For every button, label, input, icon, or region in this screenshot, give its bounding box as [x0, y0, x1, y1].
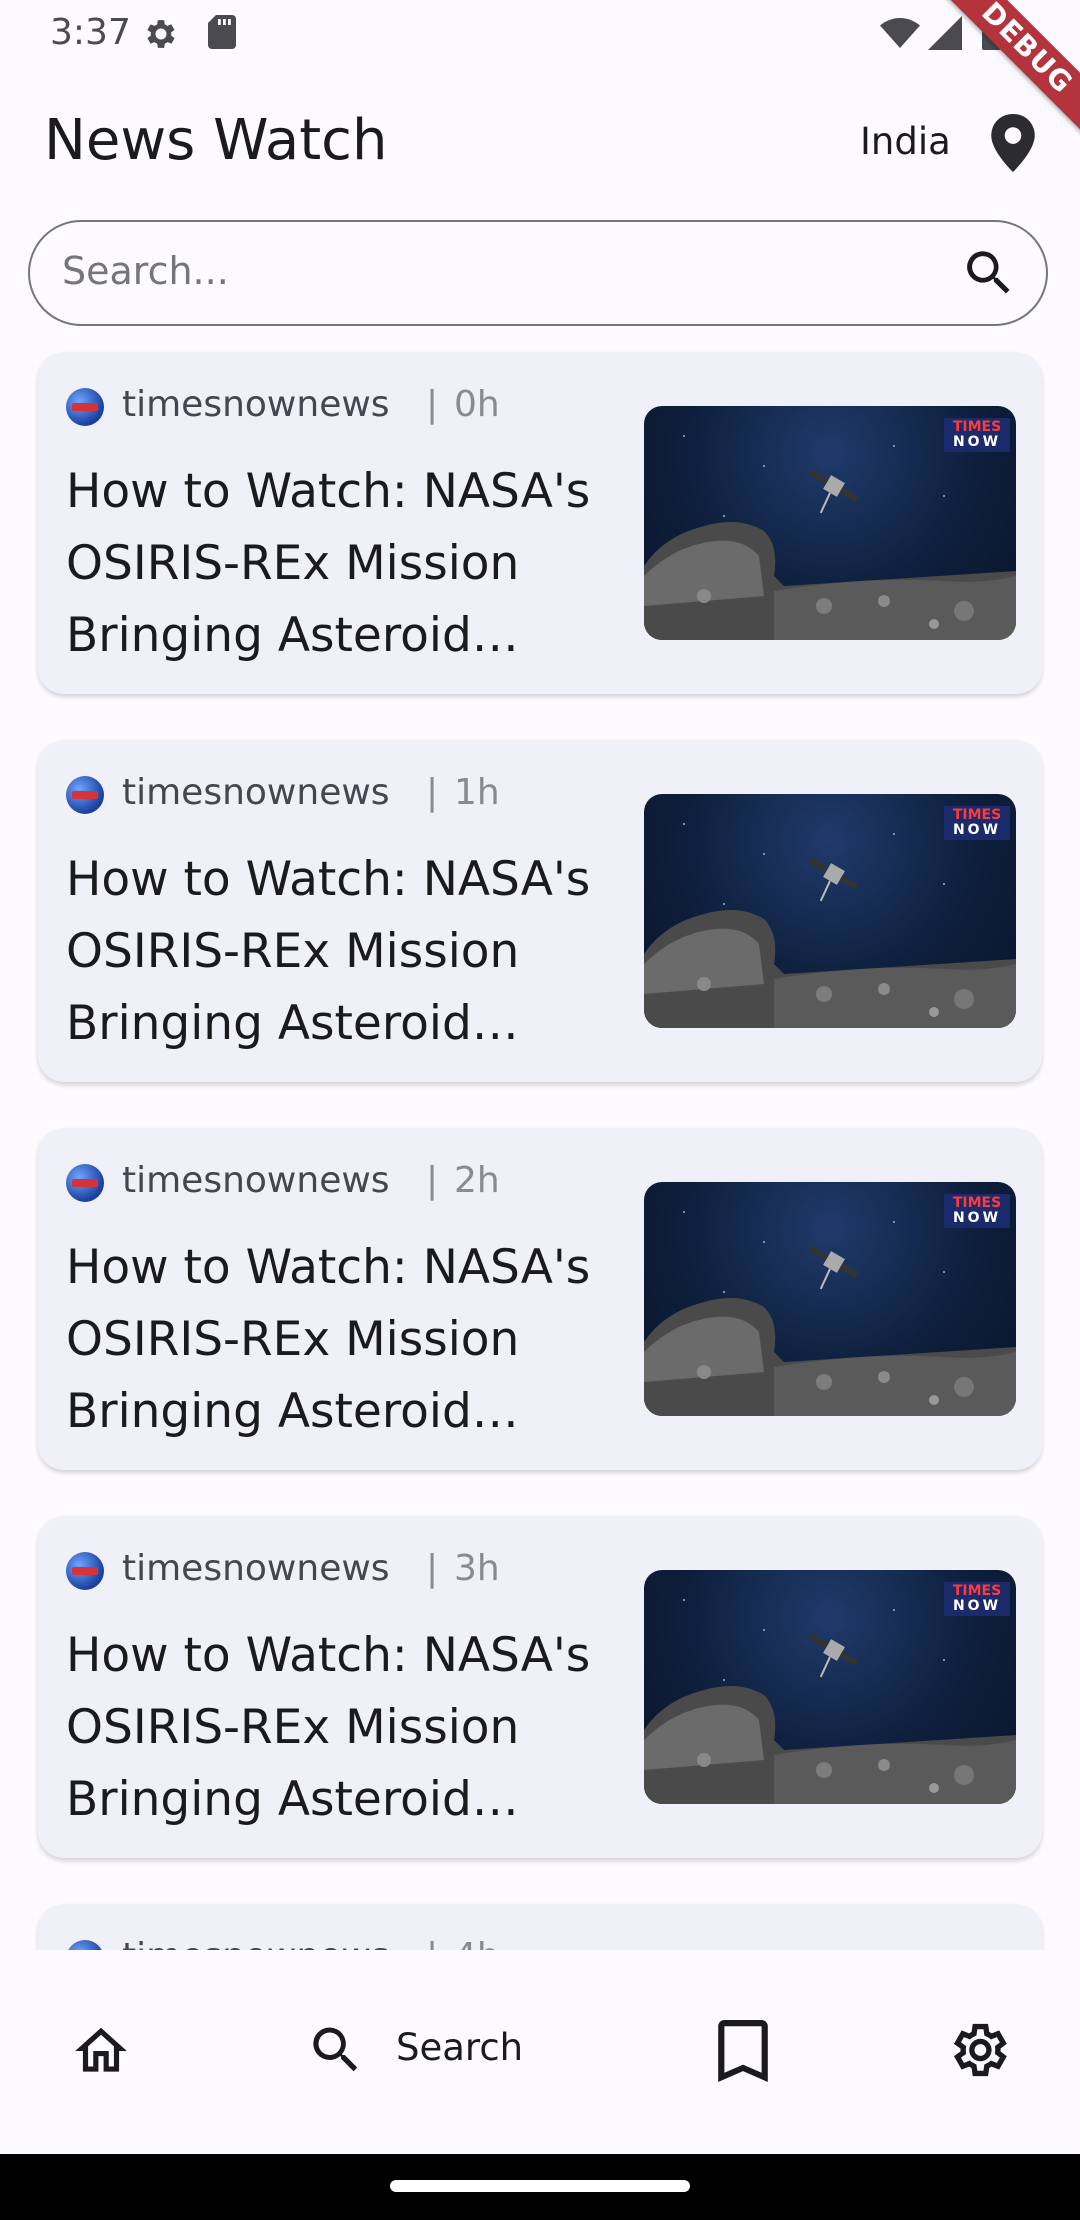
sd-card-icon — [208, 15, 236, 49]
source-name: timesnownews — [122, 384, 390, 425]
time-ago: 2h — [454, 1160, 500, 1201]
article-thumbnail: TIMES NOW — [644, 794, 1016, 1028]
news-card[interactable]: timesnownews | 0h How to Watch: NASA's O… — [38, 352, 1042, 694]
location-label[interactable]: India — [860, 120, 951, 163]
search-input[interactable] — [60, 240, 944, 302]
time-ago: 1h — [454, 772, 500, 813]
status-time: 3:37 — [50, 12, 131, 53]
separator: | — [426, 1936, 438, 1950]
article-thumbnail: TIMES NOW — [644, 406, 1016, 640]
search-icon — [313, 2027, 358, 2072]
news-card[interactable]: timesnownews | 2h How to Watch: NASA's O… — [38, 1128, 1042, 1470]
headline: How to Watch: NASA's OSIRIS-REx Mission … — [66, 1628, 591, 1827]
source-name: timesnownews — [122, 1160, 390, 1201]
headline: How to Watch: NASA's OSIRIS-REx Mission … — [66, 464, 591, 663]
news-card[interactable]: timesnownews | 3h How to Watch: NASA's O… — [38, 1516, 1042, 1858]
app-title: News Watch — [44, 108, 388, 173]
search-bar[interactable] — [28, 220, 1048, 326]
headline: How to Watch: NASA's OSIRIS-REx Mission … — [66, 1240, 591, 1439]
nav-search[interactable]: Search — [300, 2012, 570, 2090]
separator: | — [426, 772, 439, 813]
headline: How to Watch: NASA's OSIRIS-REx Mission … — [66, 852, 591, 1051]
source-logo — [66, 1164, 104, 1202]
gear-icon — [147, 20, 175, 48]
time-ago: 3h — [454, 1548, 500, 1589]
separator: | — [426, 384, 439, 425]
source-name: timesnownews — [122, 1936, 390, 1950]
article-thumbnail: TIMES NOW — [644, 1570, 1016, 1804]
brand-badge: TIMES NOW — [944, 1582, 1010, 1616]
brand-badge: TIMES NOW — [944, 418, 1010, 452]
news-card[interactable]: timesnownews | 4h — [38, 1904, 1042, 1950]
news-card[interactable]: timesnownews | 1h How to Watch: NASA's O… — [38, 740, 1042, 1082]
home-icon[interactable] — [70, 2020, 132, 2082]
separator: | — [426, 1160, 439, 1201]
map-pin-icon[interactable] — [988, 114, 1038, 172]
settings-icon[interactable] — [946, 2018, 1010, 2082]
separator: | — [426, 1548, 439, 1589]
time-ago: 4h — [454, 1936, 500, 1950]
home-indicator[interactable] — [390, 2180, 690, 2192]
search-icon[interactable] — [960, 244, 1018, 302]
brand-badge: TIMES NOW — [944, 1194, 1010, 1228]
source-logo — [66, 776, 104, 814]
gesture-bar — [0, 2154, 1080, 2220]
news-feed[interactable]: timesnownews | 0h How to Watch: NASA's O… — [0, 338, 1080, 1950]
bottom-navigation: Search — [0, 1950, 1080, 2154]
source-logo — [66, 1940, 104, 1950]
nav-search-label: Search — [396, 2026, 524, 2069]
source-logo — [66, 1552, 104, 1590]
bookmark-icon[interactable] — [716, 2020, 770, 2082]
source-name: timesnownews — [122, 772, 390, 813]
wifi-icon — [880, 18, 920, 48]
signal-icon — [928, 16, 962, 50]
article-thumbnail: TIMES NOW — [644, 1182, 1016, 1416]
source-name: timesnownews — [122, 1548, 390, 1589]
time-ago: 0h — [454, 384, 500, 425]
status-bar: 3:37 DEBUG — [0, 0, 1080, 144]
source-logo — [66, 388, 104, 426]
brand-badge: TIMES NOW — [944, 806, 1010, 840]
